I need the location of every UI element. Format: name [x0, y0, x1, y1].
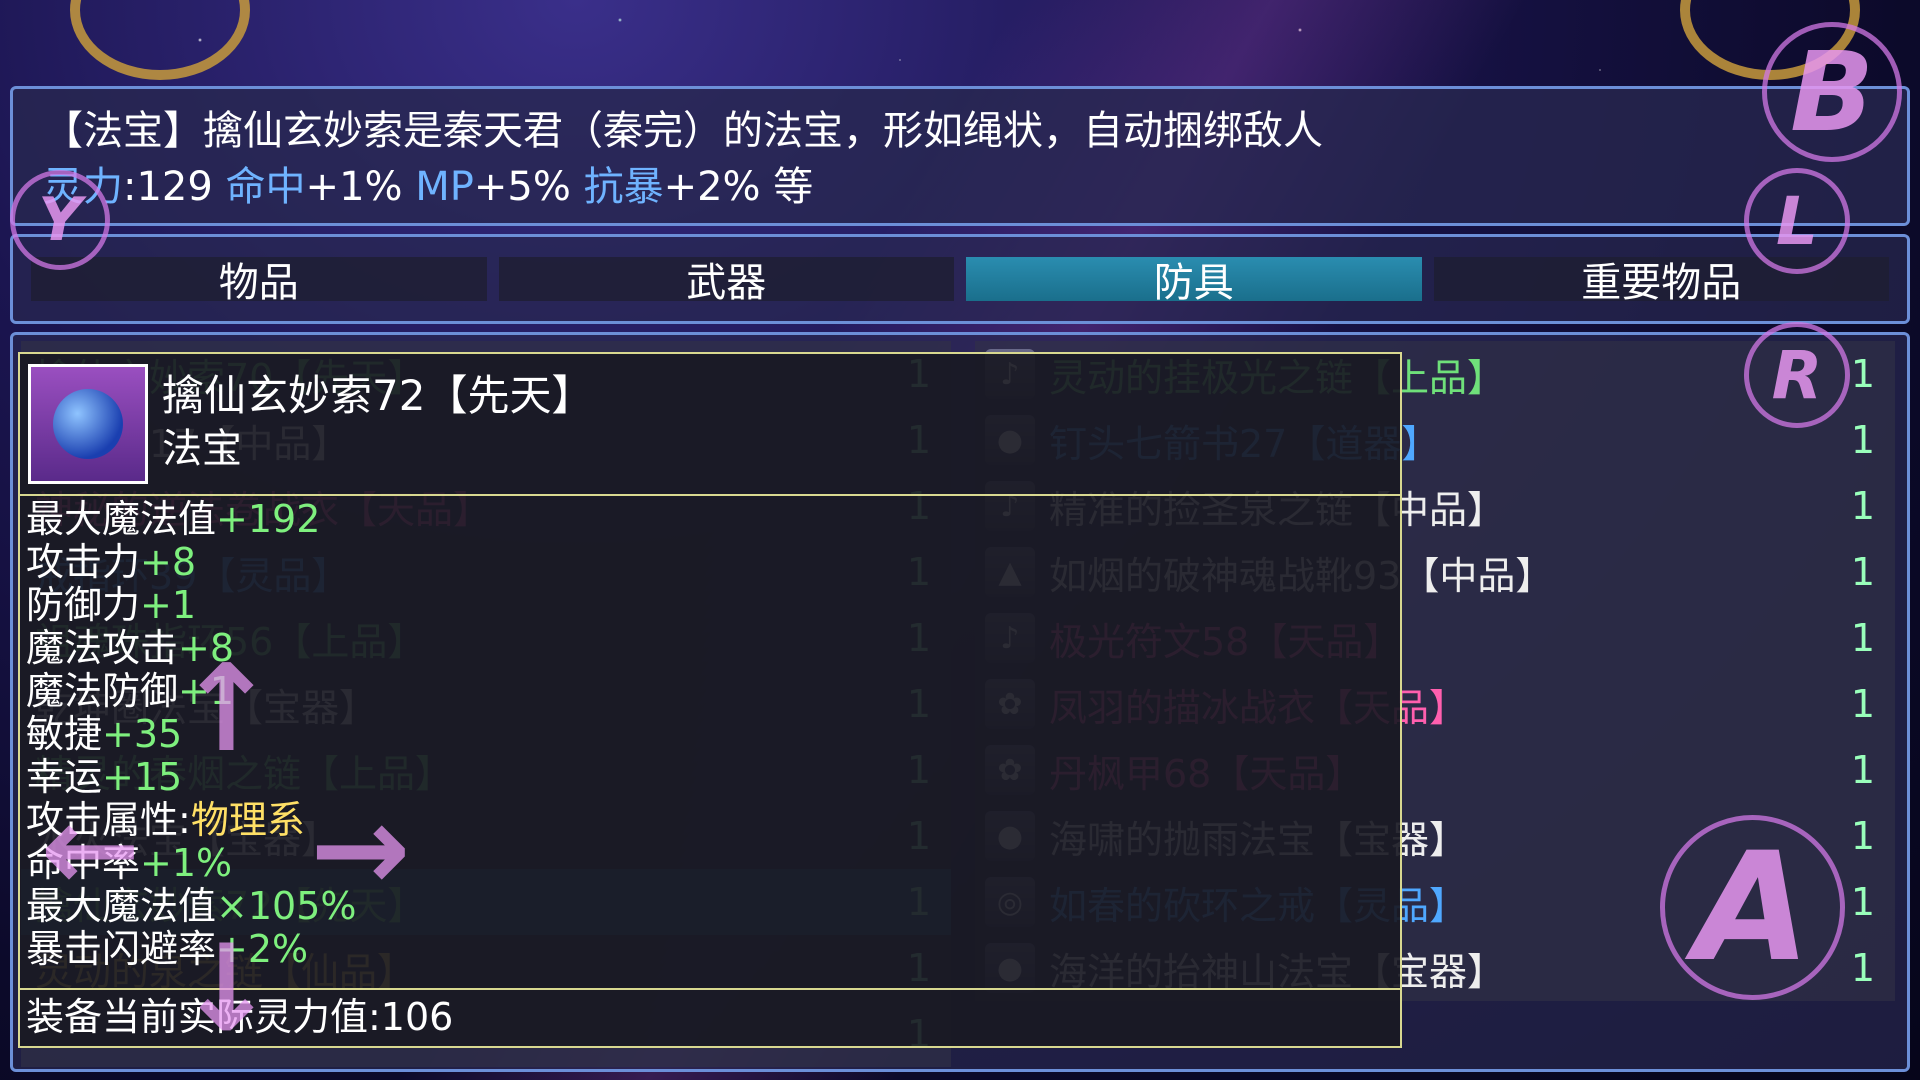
stat-value: +2% [663, 164, 761, 210]
popup-stat-value: +192 [216, 497, 321, 541]
item-description-stats: 灵力:129 命中+1% MP+5% 抗暴+2% 等 [43, 159, 1877, 215]
tab-weapons[interactable]: 武器 [498, 257, 954, 306]
popup-stat-value: +1% [140, 841, 233, 885]
stat-label: 抗暴 [583, 164, 664, 210]
dpad-left-icon[interactable]: ← [40, 780, 141, 919]
item-description-panel: 【法宝】擒仙玄妙索是秦天君（秦完）的法宝，形如绳状，自动捆绑敌人 灵力:129 … [10, 86, 1910, 226]
dpad-down-icon[interactable]: ↓ [176, 920, 277, 1059]
tab-armor[interactable]: 防具 [966, 257, 1422, 306]
stat-etc: 等 [773, 164, 814, 210]
popup-stat-line: 防御力+1 [26, 584, 1394, 627]
popup-item-name: 擒仙玄妙索72【先天】 [162, 371, 594, 420]
popup-stat-line: 最大魔法值+192 [26, 498, 1394, 541]
item-description-text: 【法宝】擒仙玄妙索是秦天君（秦完）的法宝，形如绳状，自动捆绑敌人 [43, 108, 1323, 154]
popup-stat-line: 攻击属性:物理系 [26, 799, 1394, 842]
button-r[interactable]: R [1744, 322, 1850, 428]
popup-stat-key: 攻击力 [26, 540, 141, 584]
button-l[interactable]: L [1744, 168, 1850, 274]
stat-value: +1% [305, 164, 403, 210]
stat-label: 命中 [225, 164, 306, 210]
popup-stat-line: 攻击力+8 [26, 541, 1394, 584]
button-y[interactable]: Y [10, 170, 110, 270]
list-item-count: 1 [1850, 484, 1875, 528]
item-icon [28, 364, 148, 484]
popup-stat-key: 最大魔法值 [26, 497, 217, 541]
popup-stat-value: +1 [140, 583, 197, 627]
popup-stat-key: 敏捷 [26, 712, 103, 756]
list-item-count: 1 [1850, 550, 1875, 594]
list-item-count: 1 [1850, 682, 1875, 726]
popup-stat-key: 魔法防御 [26, 669, 179, 713]
dpad-up-icon[interactable]: ↑ [176, 640, 277, 779]
button-a[interactable]: A [1660, 815, 1845, 1000]
popup-stat-value: +35 [102, 712, 183, 756]
category-tabs: 物品 武器 防具 重要物品 [10, 234, 1910, 324]
popup-item-type: 法宝 [162, 426, 242, 472]
stat-value: +5% [473, 164, 571, 210]
popup-stat-key: 魔法攻击 [26, 626, 179, 670]
tab-items[interactable]: 物品 [31, 257, 487, 306]
popup-stat-key: 防御力 [26, 583, 141, 627]
list-item-count: 1 [1850, 748, 1875, 792]
list-item-count: 1 [1850, 616, 1875, 660]
stat-value: :129 [123, 164, 213, 210]
dpad-right-icon[interactable]: → [310, 780, 411, 919]
orb-icon [53, 389, 123, 459]
popup-stat-value: +8 [140, 540, 197, 584]
popup-stat-line: 命中率+1% [26, 842, 1394, 885]
stat-label: MP [415, 164, 474, 210]
popup-stat-value: 物理系 [190, 798, 305, 842]
popup-header: 擒仙玄妙索72【先天】 法宝 [20, 354, 1400, 496]
button-b[interactable]: B [1762, 22, 1902, 162]
